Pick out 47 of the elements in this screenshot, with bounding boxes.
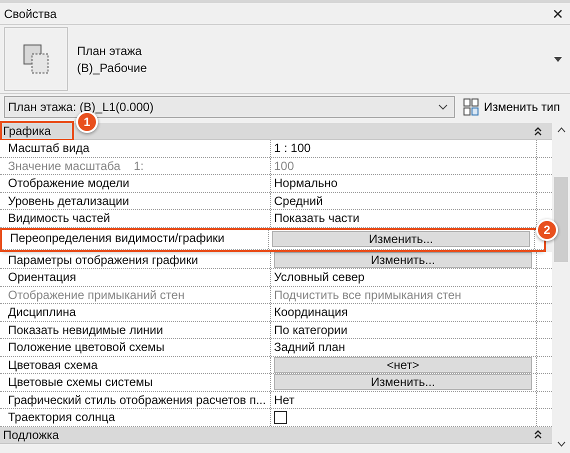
property-value: Нормально [274, 176, 338, 190]
group-header[interactable]: Подложка [0, 426, 552, 444]
scroll-down-icon [556, 441, 566, 447]
property-name: Показать невидимые линии [0, 322, 271, 338]
property-value: Нет [274, 392, 294, 407]
property-value: Задний план [274, 340, 346, 354]
edit-button[interactable]: Изменить... [272, 231, 530, 247]
scrollbar-thumb[interactable] [554, 177, 568, 262]
family-name: План этажа [77, 44, 143, 58]
edit-type-button[interactable]: Изменить тип [462, 98, 566, 116]
edit-type-icon [462, 98, 479, 116]
instance-dropdown[interactable]: План этажа: (B)_L1(0.000) [4, 96, 455, 118]
property-name: Траектория солнца [0, 409, 271, 426]
property-name: Уровень детализации [0, 192, 271, 209]
property-value: Подчистить все примыкания стен [274, 288, 462, 302]
property-name: Положение цветовой схемы [0, 339, 271, 356]
type-selector[interactable]: План этажа (B)_Рабочие [0, 25, 570, 94]
property-value: 1 : 100 [274, 141, 311, 156]
dropdown-arrow-icon [554, 56, 562, 62]
property-name: Значение масштаба 1: [0, 158, 271, 174]
property-name: Масштаб вида [0, 140, 271, 156]
edit-button[interactable]: <нет> [274, 356, 532, 373]
edit-button[interactable]: Изменить... [274, 374, 532, 390]
property-value: Координация [274, 305, 348, 320]
property-name: Графический стиль отображения расчетов п... [0, 392, 271, 408]
property-name: Отображение примыканий стен [0, 286, 271, 303]
property-value: Средний [274, 194, 323, 208]
property-value: Показать части [274, 211, 360, 226]
property-value: Условный север [274, 270, 365, 284]
sheets-icon [23, 44, 49, 74]
property-name: Цветовая схема [0, 356, 271, 373]
chevron-down-icon [438, 104, 448, 110]
property-name: Переопределения видимости/графики [2, 230, 269, 248]
property-value: По категории [274, 322, 348, 337]
property-name: Параметры отображения графики [0, 252, 271, 268]
property-name: Цветовые схемы системы [0, 374, 271, 390]
property-value: 100 [274, 158, 294, 173]
window-title: Свойства [4, 6, 57, 20]
property-name: Отображение модели [0, 175, 271, 192]
checkbox[interactable] [274, 410, 287, 424]
scroll-up-icon [556, 127, 566, 133]
property-name: Ориентация [0, 269, 271, 286]
edit-button[interactable]: Изменить... [274, 252, 532, 268]
property-name: Видимость частей [0, 210, 271, 226]
close-button[interactable]: ✕ [552, 6, 564, 22]
type-name: (B)_Рабочие [77, 60, 148, 74]
property-name: Дисциплина [0, 304, 271, 320]
